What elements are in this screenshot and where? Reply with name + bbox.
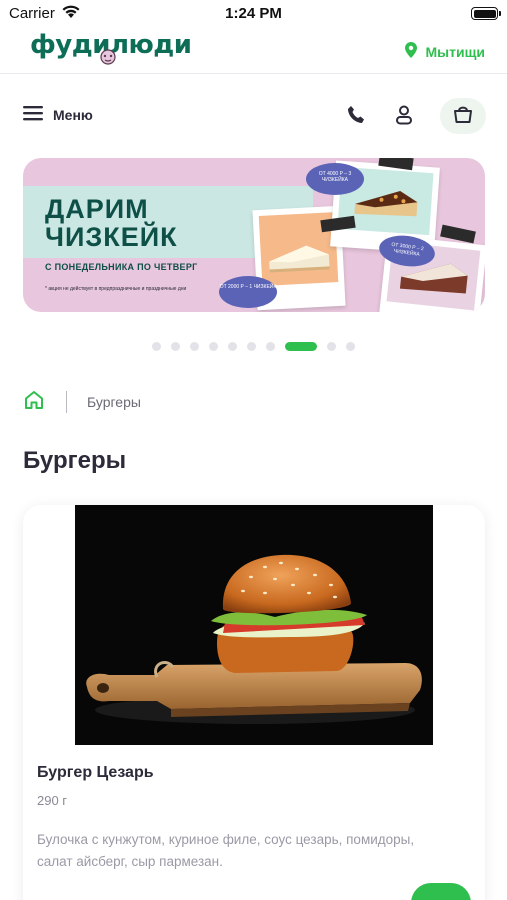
carousel-dot[interactable] — [152, 342, 161, 351]
top-header: фудилюди Мытищи — [0, 28, 507, 74]
banner-title-line2: ЧИЗКЕЙК — [45, 222, 178, 252]
user-icon[interactable] — [395, 105, 413, 130]
cheesecake-slice-icon — [269, 245, 330, 273]
product-photo — [75, 505, 433, 745]
carousel-dot[interactable] — [190, 342, 199, 351]
offer-tag-2000: ОТ 2000 Р – 1 ЧИЗКЕЙК — [219, 276, 277, 308]
carousel-dot-active[interactable] — [285, 342, 317, 351]
city-label: Мытищи — [425, 43, 486, 60]
product-card[interactable]: Бургер Цезарь 290 г Булочка с кунжутом, … — [23, 505, 485, 900]
menu-label: Меню — [53, 106, 93, 123]
page-title: Бургеры — [23, 447, 127, 474]
phone-icon[interactable] — [347, 105, 365, 130]
location-pin-icon — [404, 42, 417, 61]
banner-footnote: * акция не действует в предпраздничные и… — [45, 286, 187, 292]
carousel-dot[interactable] — [247, 342, 256, 351]
breadcrumb: Бургеры — [23, 390, 141, 414]
carousel-dot[interactable] — [171, 342, 180, 351]
status-bar: Carrier 1:24 PM — [0, 0, 507, 28]
cart-icon — [453, 104, 473, 129]
breadcrumb-current: Бургеры — [87, 394, 141, 410]
carousel-dot[interactable] — [266, 342, 275, 351]
banner-subtitle: С ПОНЕДЕЛЬНИКА ПО ЧЕТВЕРГ — [45, 262, 198, 272]
cart-button[interactable] — [440, 98, 486, 134]
carousel-dot[interactable] — [346, 342, 355, 351]
burger-image — [75, 505, 433, 745]
carousel-dot[interactable] — [327, 342, 336, 351]
menu-icon — [23, 105, 43, 124]
battery-icon — [471, 7, 501, 20]
menu-button[interactable]: Меню — [23, 105, 93, 124]
product-weight: 290 г — [37, 793, 68, 808]
cheesecake-slice-icon — [354, 191, 418, 217]
clock: 1:24 PM — [225, 5, 282, 22]
carousel-dot[interactable] — [228, 342, 237, 351]
home-icon[interactable] — [23, 389, 45, 416]
logo-mascot-icon — [96, 48, 120, 66]
nav-bar: Меню — [0, 95, 507, 139]
carousel-dot[interactable] — [209, 342, 218, 351]
add-to-cart-button[interactable] — [411, 883, 471, 900]
city-selector[interactable]: Мытищи — [404, 42, 486, 61]
product-name: Бургер Цезарь — [37, 764, 154, 781]
carousel-indicator — [0, 342, 507, 351]
product-description: Булочка с кунжутом, куриное филе, соус ц… — [37, 832, 415, 869]
offer-tag-4000: ОТ 4000 Р – 3 ЧИЗКЕЙКА — [306, 163, 364, 195]
breadcrumb-divider — [66, 391, 67, 413]
banner-title-line1: ДАРИМ — [45, 194, 149, 224]
promo-banner[interactable]: ДАРИМ ЧИЗКЕЙК С ПОНЕДЕЛЬНИКА ПО ЧЕТВЕРГ … — [23, 158, 485, 312]
